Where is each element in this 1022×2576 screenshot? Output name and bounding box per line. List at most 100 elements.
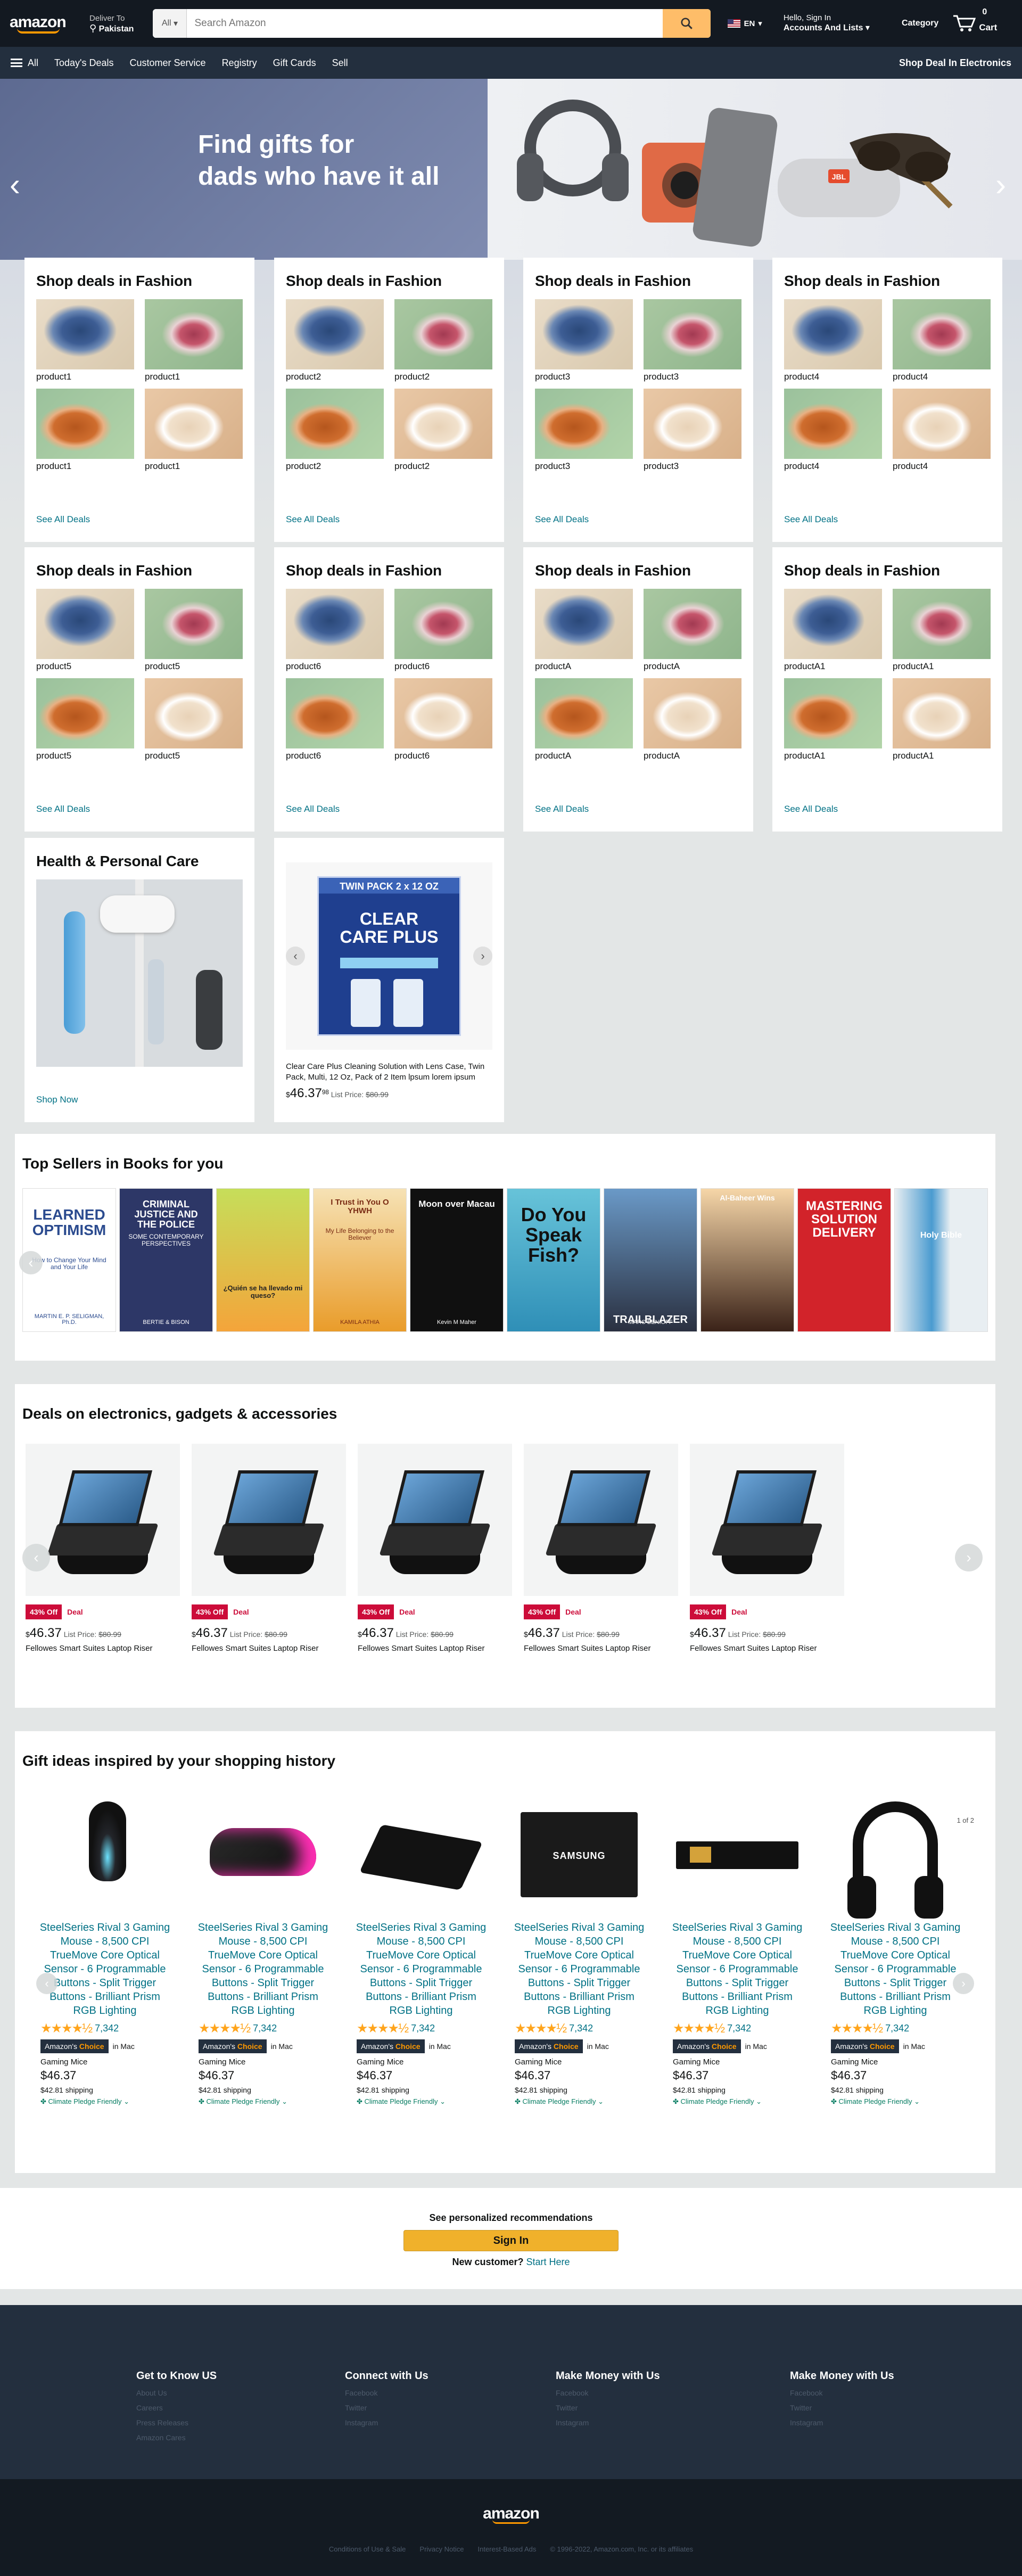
gift-card[interactable]: SAMSUNG SteelSeries Rival 3 Gaming Mouse …: [513, 1791, 646, 2106]
deal-card[interactable]: 43% Off Deal $46.37 List Price: $80.99 Fell…: [192, 1444, 346, 1653]
product-tile[interactable]: productA1: [893, 589, 991, 672]
category-menu[interactable]: Category: [902, 19, 938, 28]
product-tile[interactable]: product6: [286, 589, 384, 672]
product-tile[interactable]: product3: [644, 299, 741, 382]
product-tile[interactable]: product5: [145, 678, 243, 761]
deal-card[interactable]: 43% Off Deal $46.37 List Price: $80.99 Fell…: [358, 1444, 512, 1653]
rating[interactable]: ★★★★½ 7,342: [196, 2021, 329, 2036]
nav-shop-deal-electronics[interactable]: Shop Deal In Electronics: [899, 57, 1011, 69]
product-tile[interactable]: product3: [535, 299, 633, 382]
climate-pledge[interactable]: ✤ Climate Pledge Friendly ⌄: [513, 2097, 646, 2106]
see-all-deals-link[interactable]: See All Deals: [286, 514, 340, 525]
book-cover[interactable]: ¿Quién se ha llevado mi queso?: [216, 1188, 310, 1332]
nav-customer-service[interactable]: Customer Service: [130, 57, 206, 69]
product-tile[interactable]: productA1: [893, 678, 991, 761]
search-input[interactable]: [187, 9, 663, 38]
deal-title[interactable]: Fellowes Smart Suites Laptop Riser: [192, 1644, 346, 1653]
see-all-deals-link[interactable]: See All Deals: [784, 514, 838, 525]
product-tile[interactable]: product6: [286, 678, 384, 761]
gift-title[interactable]: SteelSeries Rival 3 Gaming Mouse - 8,500…: [513, 1921, 646, 2018]
gift-title[interactable]: SteelSeries Rival 3 Gaming Mouse - 8,500…: [671, 1921, 804, 2018]
rating[interactable]: ★★★★½ 7,342: [355, 2021, 488, 2036]
see-all-deals-link[interactable]: See All Deals: [784, 804, 838, 814]
deal-card[interactable]: 43% Off Deal $46.37 List Price: $80.99 Fell…: [26, 1444, 180, 1653]
footer-link[interactable]: Facebook: [556, 2389, 660, 2397]
gift-card[interactable]: SteelSeries Rival 3 Gaming Mouse - 8,500…: [38, 1791, 171, 2106]
account-menu[interactable]: Hello, Sign In Accounts And Lists ▾: [784, 13, 870, 34]
product-tile[interactable]: product3: [644, 389, 741, 472]
see-all-deals-link[interactable]: See All Deals: [535, 804, 589, 814]
gift-card[interactable]: SteelSeries Rival 3 Gaming Mouse - 8,500…: [829, 1791, 962, 2106]
gift-title[interactable]: SteelSeries Rival 3 Gaming Mouse - 8,500…: [829, 1921, 962, 2018]
product-tile[interactable]: productA1: [784, 678, 882, 761]
product-tile[interactable]: product4: [893, 389, 991, 472]
gift-title[interactable]: SteelSeries Rival 3 Gaming Mouse - 8,500…: [196, 1921, 329, 2018]
footer-link[interactable]: Facebook: [345, 2389, 428, 2397]
product-tile[interactable]: product4: [893, 299, 991, 382]
footer-link[interactable]: Twitter: [345, 2404, 428, 2412]
deal-card[interactable]: 43% Off Deal $46.37 List Price: $80.99 Fell…: [524, 1444, 678, 1653]
deal-card[interactable]: 43% Off Deal $46.37 List Price: $80.99 Fell…: [690, 1444, 844, 1653]
book-cover[interactable]: I Trust in You O YHWH My Life Belonging t…: [313, 1188, 407, 1332]
nav-sell[interactable]: Sell: [332, 57, 348, 69]
footer-link[interactable]: Twitter: [790, 2404, 894, 2412]
book-cover[interactable]: Do You Speak Fish?: [507, 1188, 600, 1332]
cart-button[interactable]: 0 Cart: [952, 7, 997, 33]
deal-title[interactable]: Fellowes Smart Suites Laptop Riser: [358, 1644, 512, 1653]
deal-title[interactable]: Fellowes Smart Suites Laptop Riser: [690, 1644, 844, 1653]
product-tile[interactable]: productA: [644, 678, 741, 761]
book-cover[interactable]: Holy Bible: [894, 1188, 988, 1332]
clearcare-description[interactable]: Clear Care Plus Cleaning Solution with L…: [286, 1061, 492, 1083]
product-tile[interactable]: product2: [286, 389, 384, 472]
shop-now-link[interactable]: Shop Now: [36, 1094, 78, 1105]
rating[interactable]: ★★★★½ 7,342: [829, 2021, 962, 2036]
see-all-deals-link[interactable]: See All Deals: [286, 804, 340, 814]
nav-todays-deals[interactable]: Today's Deals: [54, 57, 114, 69]
footer-link[interactable]: Facebook: [790, 2389, 894, 2397]
climate-pledge[interactable]: ✤ Climate Pledge Friendly ⌄: [196, 2097, 329, 2106]
see-all-deals-link[interactable]: See All Deals: [36, 514, 90, 525]
book-cover[interactable]: Al-Baheer Wins: [700, 1188, 794, 1332]
product-tile[interactable]: product6: [394, 589, 492, 672]
see-all-deals-link[interactable]: See All Deals: [36, 804, 90, 814]
book-cover[interactable]: CRIMINAL JUSTICE AND THE POLICE SOME CONT…: [119, 1188, 213, 1332]
language-selector[interactable]: EN ▾: [728, 19, 762, 28]
rating[interactable]: ★★★★½ 7,342: [38, 2021, 171, 2036]
chevron-left-icon[interactable]: ‹: [286, 947, 305, 966]
search-button[interactable]: [663, 9, 711, 38]
health-product-image[interactable]: [36, 879, 243, 1067]
amazon-logo[interactable]: amazon: [7, 9, 71, 38]
product-tile[interactable]: productA: [535, 678, 633, 761]
climate-pledge[interactable]: ✤ Climate Pledge Friendly ⌄: [38, 2097, 171, 2106]
deliver-to[interactable]: Deliver To ⚲ Pakistan: [89, 9, 134, 38]
footer-link[interactable]: Twitter: [556, 2404, 660, 2412]
rating[interactable]: ★★★★½ 7,342: [513, 2021, 646, 2036]
gift-card[interactable]: SteelSeries Rival 3 Gaming Mouse - 8,500…: [355, 1791, 488, 2106]
legal-link[interactable]: Privacy Notice: [419, 2545, 464, 2553]
product-tile[interactable]: product2: [286, 299, 384, 382]
deal-title[interactable]: Fellowes Smart Suites Laptop Riser: [26, 1644, 180, 1653]
product-tile[interactable]: productA: [535, 589, 633, 672]
climate-pledge[interactable]: ✤ Climate Pledge Friendly ⌄: [355, 2097, 488, 2106]
product-tile[interactable]: product4: [784, 389, 882, 472]
product-tile[interactable]: productA: [644, 589, 741, 672]
hero-product-image[interactable]: JBL: [488, 79, 1022, 260]
footer-link[interactable]: Press Releases: [136, 2418, 217, 2427]
product-tile[interactable]: product5: [36, 589, 134, 672]
books-prev-chevron-icon[interactable]: ‹: [19, 1251, 43, 1274]
legal-link[interactable]: Interest-Based Ads: [478, 2545, 537, 2553]
product-tile[interactable]: product1: [145, 299, 243, 382]
footer-link[interactable]: Instagram: [345, 2418, 428, 2427]
climate-pledge[interactable]: ✤ Climate Pledge Friendly ⌄: [829, 2097, 962, 2106]
footer-link[interactable]: About Us: [136, 2389, 217, 2397]
rating[interactable]: ★★★★½ 7,342: [671, 2021, 804, 2036]
hero-prev-arrow-icon[interactable]: ‹: [10, 166, 20, 203]
deals-prev-chevron-icon[interactable]: ‹: [22, 1544, 50, 1571]
footer-link[interactable]: Instagram: [790, 2418, 894, 2427]
footer-link[interactable]: Amazon Cares: [136, 2433, 217, 2442]
product-tile[interactable]: product4: [784, 299, 882, 382]
product-tile[interactable]: product1: [36, 299, 134, 382]
product-tile[interactable]: product5: [36, 678, 134, 761]
climate-pledge[interactable]: ✤ Climate Pledge Friendly ⌄: [671, 2097, 804, 2106]
clearcare-product-image[interactable]: TWIN PACK 2 x 12 OZ CLEAR CARE PLUS ‹ ›: [286, 862, 492, 1050]
